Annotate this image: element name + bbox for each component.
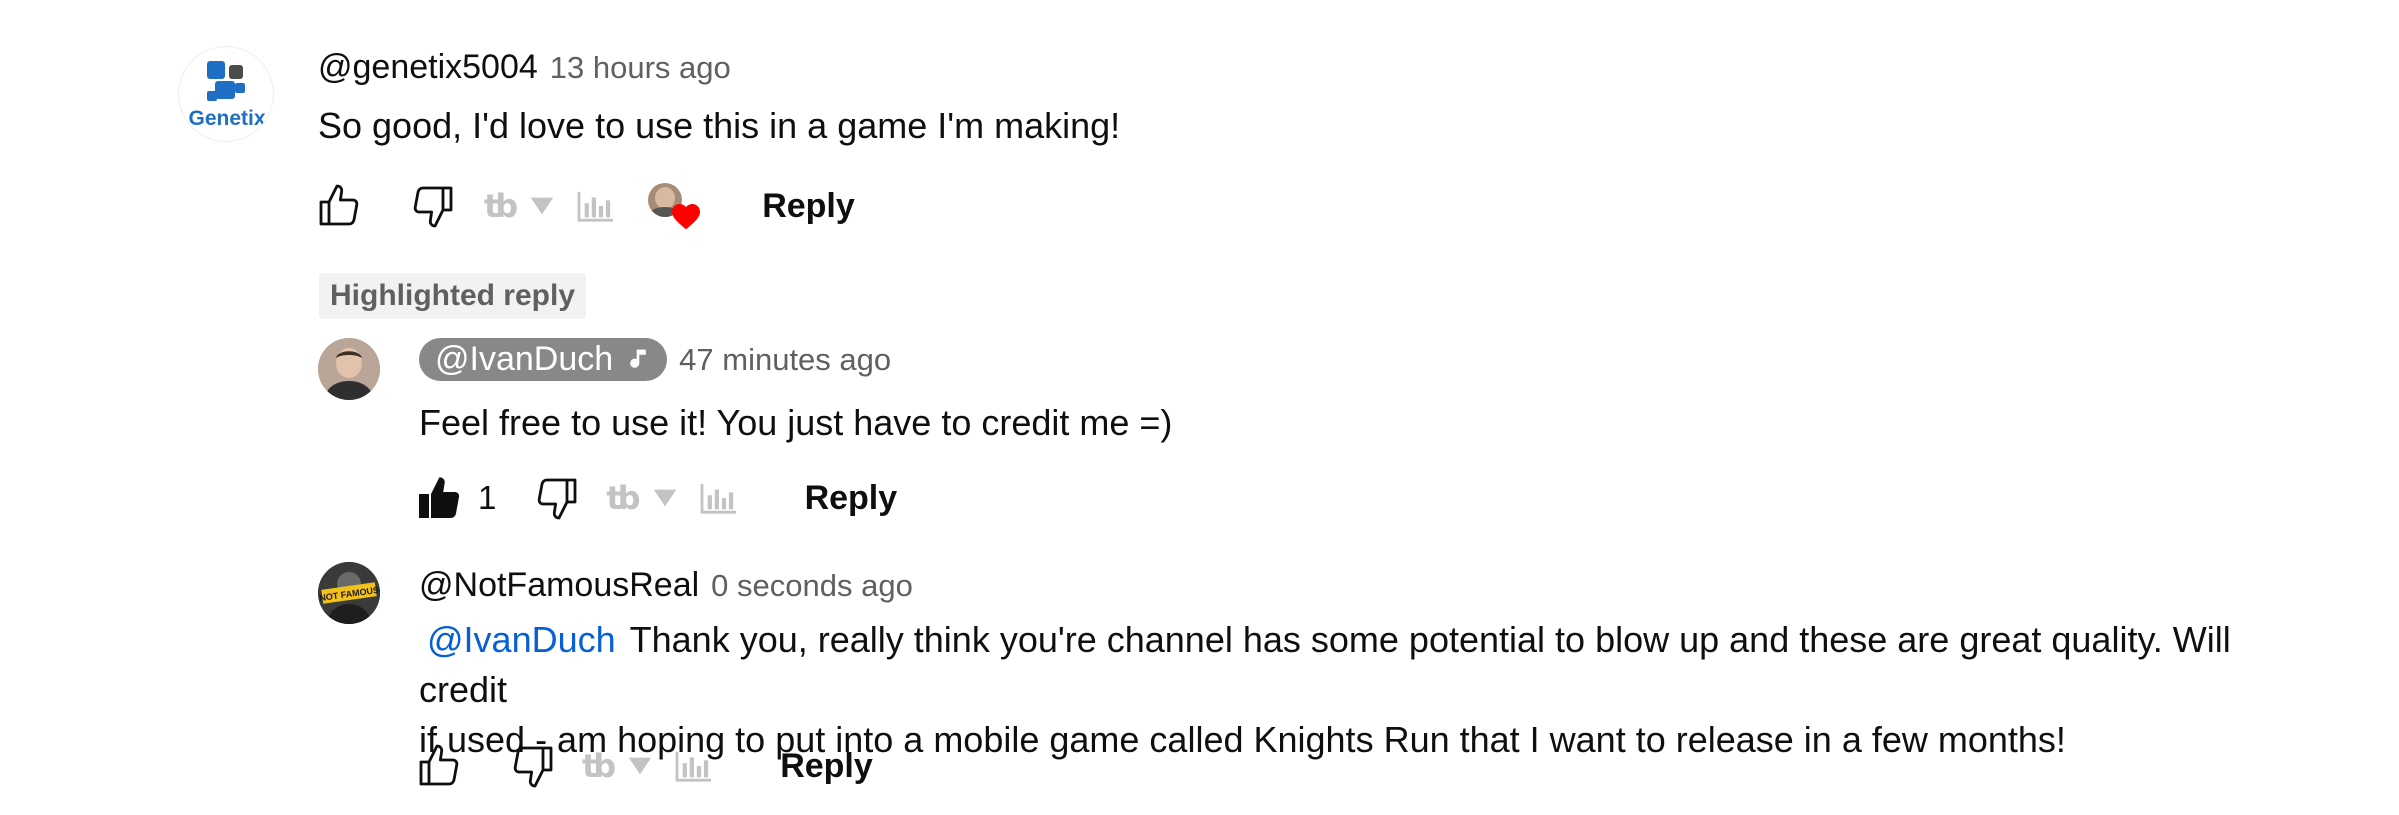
extension-widget[interactable]: tb: [606, 479, 738, 517]
like-button[interactable]: [414, 739, 464, 793]
thumbs-up-icon: [319, 184, 359, 226]
comments-section: Genetix @genetix5004 13 hours ago So goo…: [0, 0, 2399, 815]
genetix-logo-icon: Genetix: [188, 61, 266, 130]
ivanduch-avatar[interactable]: [318, 338, 380, 400]
thumbs-down-icon: [538, 478, 577, 520]
thumbs-down-icon: [513, 746, 553, 788]
notfamousreal-avatar[interactable]: NOT FAMOUS: [318, 562, 380, 624]
reply-button[interactable]: Reply: [762, 187, 855, 226]
heart-icon: [672, 204, 701, 230]
extension-widget[interactable]: tb: [582, 747, 714, 785]
thumbs-up-filled-icon: [419, 477, 460, 518]
reply-button[interactable]: Reply: [805, 479, 898, 518]
creator-heart[interactable]: [648, 179, 702, 233]
highlighted-reply-badge: Highlighted reply: [319, 273, 587, 319]
person-avatar-icon: [318, 338, 380, 400]
dislike-button[interactable]: [408, 179, 458, 233]
like-count: 1: [478, 479, 497, 516]
tb-label: tb: [484, 187, 518, 225]
dropdown-triangle-icon: [531, 197, 554, 215]
creator-author-badge[interactable]: @IvanDuch: [419, 338, 668, 381]
thumbs-down-icon: [413, 186, 453, 228]
reply-text-part-1: Thank you, really think you're channel h…: [419, 619, 2231, 710]
extension-widget[interactable]: tb: [484, 187, 616, 225]
notfamous-logo-icon: NOT FAMOUS: [318, 562, 380, 624]
music-note-icon: [630, 349, 646, 368]
reply-text: Feel free to use it! You just have to cr…: [419, 402, 1173, 443]
bar-chart-icon: [675, 751, 712, 782]
tb-label: tb: [582, 747, 616, 785]
reply-button[interactable]: Reply: [780, 747, 873, 786]
bar-chart-icon: [700, 483, 736, 514]
dropdown-triangle-icon: [653, 489, 676, 507]
comment-header: @genetix5004 13 hours ago: [318, 48, 731, 87]
comment-actions: tb Reply: [314, 176, 855, 236]
comment-author[interactable]: @genetix5004: [318, 48, 538, 87]
reply-header: @NotFamousReal 0 seconds ago: [419, 566, 913, 605]
reply-actions: 1 tb Reply: [414, 468, 897, 528]
bar-chart-icon: [577, 191, 614, 222]
reply-author[interactable]: @NotFamousReal: [419, 566, 699, 605]
reply-timestamp[interactable]: 47 minutes ago: [679, 342, 891, 378]
reply-actions: tb Reply: [414, 736, 873, 796]
mention-link[interactable]: @IvanDuch: [427, 619, 616, 660]
comment-timestamp[interactable]: 13 hours ago: [550, 50, 731, 86]
dislike-button[interactable]: [508, 739, 558, 793]
comment-text: So good, I'd love to use this in a game …: [318, 105, 1121, 146]
thumbs-up-icon: [419, 744, 459, 786]
reply-text-line-1: @IvanDuch Thank you, really think you're …: [419, 615, 2319, 715]
tb-label: tb: [606, 479, 640, 517]
like-button[interactable]: [314, 179, 364, 233]
reply-author: @IvanDuch: [435, 340, 614, 378]
dropdown-triangle-icon: [629, 757, 652, 775]
like-button-active[interactable]: [414, 471, 464, 525]
genetix-avatar[interactable]: Genetix: [178, 46, 274, 142]
reply-header: @IvanDuch 47 minutes ago: [419, 338, 891, 381]
dislike-button[interactable]: [532, 471, 582, 525]
reply-timestamp[interactable]: 0 seconds ago: [711, 568, 913, 604]
svg-text:Genetix: Genetix: [188, 107, 265, 130]
